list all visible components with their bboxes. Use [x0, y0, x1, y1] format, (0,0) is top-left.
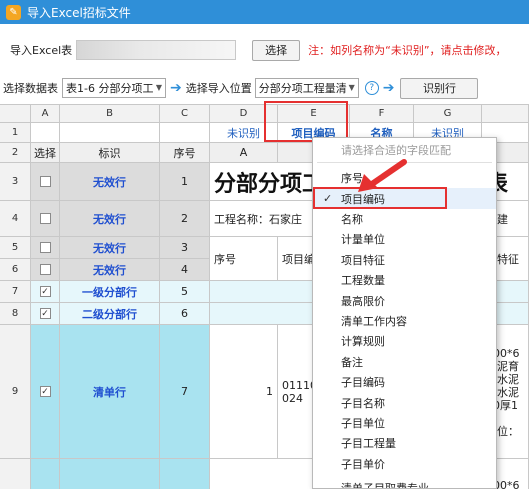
row-number: 9 [0, 325, 31, 459]
menu-item-remark[interactable]: 备注 [313, 352, 496, 372]
row-number [0, 459, 31, 489]
item-seq-cell: 1 [210, 325, 278, 459]
checkbox-checked[interactable]: ✓ [39, 286, 51, 297]
row-seq: 1 [160, 163, 210, 201]
menu-item-work-content[interactable]: 清单工作内容 [313, 311, 496, 331]
column-name-seq: 序号 [160, 143, 210, 163]
row-seq: 7 [160, 325, 210, 459]
col-header-h [482, 105, 529, 123]
row-tag[interactable]: 无效行 [60, 163, 160, 201]
checkbox-checked[interactable]: ✓ [39, 308, 51, 319]
row-number: 1 [0, 123, 31, 143]
menu-item-fee-specialty[interactable]: 清单子目取费专业 [313, 478, 496, 488]
row-tag[interactable]: 二级分部行 [60, 303, 160, 325]
arrow-right-icon: ➔ [170, 80, 182, 96]
row-seq: 3 [160, 237, 210, 259]
row-seq [160, 459, 210, 489]
menu-item-unit[interactable]: 计量单位 [313, 229, 496, 249]
menu-item-feature[interactable]: 项目特征 [313, 250, 496, 270]
menu-item-sub-price[interactable]: 子目单价 [313, 454, 496, 474]
menu-item-sub-quantity[interactable]: 子目工程量 [313, 433, 496, 453]
checkbox-checked[interactable]: ✓ [39, 386, 51, 397]
select-position-label: 选择导入位置 [185, 82, 252, 95]
highlight-column-e [264, 101, 348, 142]
row-number: 5 [0, 237, 31, 259]
help-icon[interactable]: ? [364, 81, 379, 95]
col-header-f: F [350, 105, 414, 123]
row-number: 3 [0, 163, 31, 201]
import-file-row: 导入Excel表 选择 注：如列名称为“未识别”，请点击修改， [0, 38, 529, 62]
identify-rows-button[interactable]: 识别行 [400, 77, 479, 99]
row-number: 6 [0, 259, 31, 281]
chevron-down-icon: ▼ [155, 83, 162, 92]
field-cell [160, 123, 210, 143]
checkbox[interactable] [39, 242, 51, 253]
menu-item-sub-name[interactable]: 子目名称 [313, 392, 496, 412]
title-bar: ✎ 导入Excel招标文件 [0, 0, 529, 24]
hint-text: 注：如列名称为“未识别”，请点击修改， [308, 44, 507, 57]
excel-import-icon: ✎ [6, 4, 21, 20]
sheet-select-value: 表1-6 分部分项工 [66, 82, 154, 95]
column-name-tag: 标识 [60, 143, 160, 163]
row-checkbox-cell[interactable]: ✓ [31, 303, 60, 325]
row-tag[interactable]: 无效行 [60, 201, 160, 237]
menu-item-sub-unit[interactable]: 子目单位 [313, 413, 496, 433]
row-seq: 4 [160, 259, 210, 281]
checkbox[interactable] [39, 264, 51, 275]
row-seq: 2 [160, 201, 210, 237]
row-number: 4 [0, 201, 31, 237]
select-sheet-label: 选择数据表 [3, 82, 58, 95]
row-checkbox-cell[interactable] [31, 237, 60, 259]
row-tag[interactable]: 清单行 [60, 325, 160, 459]
row-tag[interactable]: 无效行 [60, 259, 160, 281]
import-label: 导入Excel表 [10, 44, 73, 57]
corner-cell [0, 105, 31, 123]
row-seq: 5 [160, 281, 210, 303]
position-select-value: 分部分项工程量清 [258, 82, 347, 95]
checkbox[interactable] [39, 176, 51, 187]
field-cell [60, 123, 160, 143]
col-header-b: B [60, 105, 160, 123]
row-tag[interactable]: 一级分部行 [60, 281, 160, 303]
row-checkbox-cell[interactable] [31, 201, 60, 237]
column-name-d: A [210, 143, 278, 163]
menu-item-sub-code[interactable]: 子目编码 [313, 372, 496, 392]
red-arrow-icon [358, 159, 407, 192]
field-cell [31, 123, 60, 143]
row-checkbox-cell[interactable] [31, 459, 60, 489]
menu-item-max-price[interactable]: 最高限价 [313, 290, 496, 310]
options-row: 选择数据表 表1-6 分部分项工 ▼ ➔ 选择导入位置 分部分项工程量清 ▼ ?… [0, 76, 529, 100]
row-checkbox-cell[interactable] [31, 259, 60, 281]
row-seq: 6 [160, 303, 210, 325]
row-number: 2 [0, 143, 31, 163]
col-header-g: G [414, 105, 482, 123]
row-checkbox-cell[interactable]: ✓ [31, 281, 60, 303]
browse-button[interactable]: 选择 [252, 39, 301, 61]
row-number: 7 [0, 281, 31, 303]
seq-header-cell: 序号 [210, 237, 278, 281]
menu-item-name[interactable]: 名称 [313, 209, 496, 229]
row-number: 8 [0, 303, 31, 325]
row-checkbox-cell[interactable] [31, 163, 60, 201]
column-name-select: 选择 [31, 143, 60, 163]
row-tag[interactable] [60, 459, 160, 489]
position-select[interactable]: 分部分项工程量清 ▼ [254, 78, 359, 98]
sheet-select[interactable]: 表1-6 分部分项工 ▼ [62, 78, 166, 98]
row-tag[interactable]: 无效行 [60, 237, 160, 259]
arrow-right-icon: ➔ [382, 80, 395, 96]
window-title: 导入Excel招标文件 [27, 5, 131, 20]
file-path-field[interactable] [76, 40, 237, 60]
col-header-a: A [31, 105, 60, 123]
row-checkbox-cell[interactable]: ✓ [31, 325, 60, 459]
menu-item-quantity[interactable]: 工程数量 [313, 270, 496, 290]
checkbox[interactable] [39, 213, 51, 224]
chevron-down-icon: ▼ [348, 83, 355, 92]
col-header-c: C [160, 105, 210, 123]
menu-item-calc-rule[interactable]: 计算规则 [313, 331, 496, 351]
